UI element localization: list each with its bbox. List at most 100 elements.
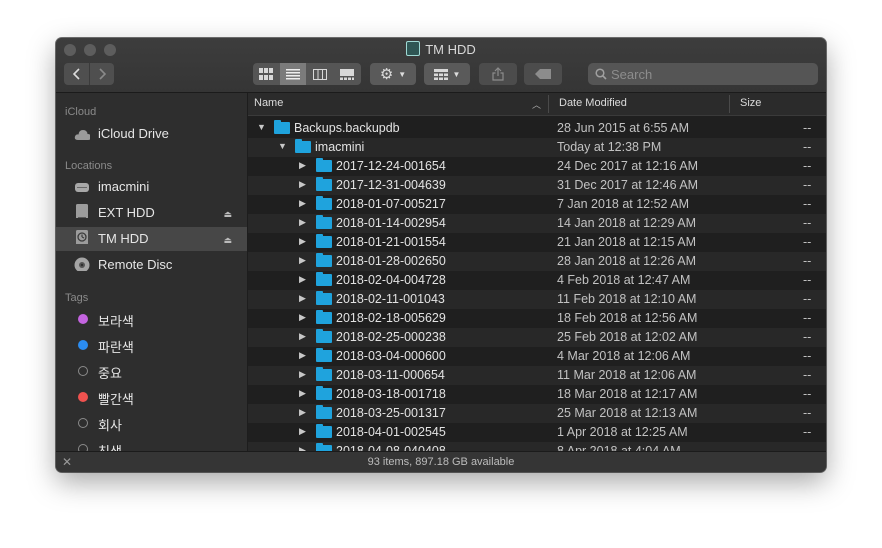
file-date-modified: 14 Jan 2018 at 12:29 AM (557, 216, 696, 230)
sidebar-item-label: TM HDD (98, 231, 149, 246)
file-size: -- (803, 406, 812, 420)
table-row[interactable]: ▶ 2018-03-11-000654 11 Mar 2018 at 12:06 A… (248, 366, 826, 385)
disclosure-collapsed-icon[interactable]: ▶ (299, 179, 306, 190)
sidebar-tag-partial[interactable]: 친색 (56, 437, 247, 451)
gallery-view-button[interactable] (334, 63, 360, 85)
sidebar-item-imacmini[interactable]: imacmini (56, 175, 247, 199)
list-view-button[interactable] (280, 63, 306, 85)
sidebar-item-label: iCloud Drive (98, 126, 169, 141)
tag-color-dot (78, 392, 88, 402)
table-row[interactable]: ▶ 2017-12-31-004639 31 Dec 2017 at 12:46 A… (248, 176, 826, 195)
disclosure-collapsed-icon[interactable]: ▶ (299, 255, 306, 266)
back-button[interactable] (64, 63, 90, 85)
folder-icon (316, 405, 332, 419)
chevron-right-icon (98, 68, 106, 80)
disclosure-expanded-icon[interactable]: ▼ (257, 122, 266, 132)
column-header-size[interactable]: Size (740, 97, 761, 109)
file-date-modified: 11 Mar 2018 at 12:06 AM (557, 368, 697, 382)
table-row[interactable]: ▶ 2018-03-04-000600 4 Mar 2018 at 12:06 AM… (248, 347, 826, 366)
column-header-date[interactable]: Date Modified (559, 97, 627, 109)
file-name: 2018-03-25-001317 (336, 406, 446, 420)
column-view-button[interactable] (307, 63, 333, 85)
sidebar-item-label: 빨간색 (98, 392, 134, 407)
sidebar-tag-work[interactable]: 회사 (56, 411, 247, 435)
disclosure-collapsed-icon[interactable]: ▶ (299, 274, 306, 285)
disclosure-expanded-icon[interactable]: ▼ (278, 141, 287, 151)
table-row[interactable]: ▶ 2018-02-04-004728 4 Feb 2018 at 12:47 AM… (248, 271, 826, 290)
disclosure-collapsed-icon[interactable]: ▶ (299, 407, 306, 418)
forward-button[interactable] (89, 63, 114, 85)
file-date-modified: 11 Feb 2018 at 12:10 AM (557, 292, 697, 306)
sidebar-tag-purple[interactable]: 보라색 (56, 307, 247, 331)
table-row[interactable]: ▶ 2018-02-18-005629 18 Feb 2018 at 12:56 A… (248, 309, 826, 328)
disclosure-collapsed-icon[interactable]: ▶ (299, 217, 306, 228)
table-row[interactable]: ▶ 2018-04-01-002545 1 Apr 2018 at 12:25 AM… (248, 423, 826, 442)
file-date-modified: 24 Dec 2017 at 12:16 AM (557, 159, 699, 173)
file-name: 2018-03-18-001718 (336, 387, 446, 401)
file-name: 2018-02-25-000238 (336, 330, 446, 344)
sidebar-tag-important[interactable]: 중요 (56, 359, 247, 383)
gear-icon: ⚙ (379, 66, 394, 83)
table-row[interactable]: ▶ 2018-04-08-040408 8 Apr 2018 at 4:04 AM -… (248, 442, 826, 451)
folder-icon (316, 253, 332, 267)
sidebar-item-icloud-drive[interactable]: iCloud Drive (56, 122, 247, 146)
disclosure-collapsed-icon[interactable]: ▶ (299, 293, 306, 304)
disclosure-collapsed-icon[interactable]: ▶ (299, 236, 306, 247)
search-field[interactable]: Search (588, 63, 818, 85)
action-menu-button[interactable]: ⚙ ▼ (370, 63, 416, 85)
sidebar-tag-blue[interactable]: 파란색 (56, 333, 247, 357)
table-row[interactable]: ▶ 2018-01-14-002954 14 Jan 2018 at 12:29 A… (248, 214, 826, 233)
column-divider[interactable] (548, 95, 549, 113)
file-size: -- (803, 387, 812, 401)
group-by-button[interactable]: ▼ (424, 63, 470, 85)
disclosure-collapsed-icon[interactable]: ▶ (299, 331, 306, 342)
column-divider[interactable] (729, 95, 730, 113)
folder-icon (316, 234, 332, 248)
file-name: 2018-01-28-002650 (336, 254, 446, 268)
share-button[interactable] (479, 63, 517, 85)
table-row[interactable]: ▶ 2018-02-11-001043 11 Feb 2018 at 12:10 A… (248, 290, 826, 309)
sidebar-item-remote-disc[interactable]: Remote Disc (56, 253, 247, 277)
eject-icon[interactable]: ⏏ (223, 209, 232, 220)
title-bar[interactable]: TM HDD ⚙ ▼ ▼ Search (56, 38, 826, 93)
table-row[interactable]: ▶ 2018-01-07-005217 7 Jan 2018 at 12:52 AM… (248, 195, 826, 214)
disclosure-collapsed-icon[interactable]: ▶ (299, 369, 306, 380)
tag-icon (535, 69, 551, 79)
file-date-modified: 18 Feb 2018 at 12:56 AM (557, 311, 698, 325)
table-row[interactable]: ▶ 2018-01-28-002650 28 Jan 2018 at 12:26 A… (248, 252, 826, 271)
sidebar-tag-red[interactable]: 빨간색 (56, 385, 247, 409)
time-machine-drive-icon (406, 41, 421, 56)
icon-view-button[interactable] (253, 63, 279, 85)
file-size: -- (803, 159, 812, 173)
edit-tags-button[interactable] (524, 63, 562, 85)
tag-color-dot (78, 314, 88, 324)
folder-icon (316, 272, 332, 286)
view-mode-group (253, 63, 361, 85)
sidebar-item-label: 파란색 (98, 340, 134, 355)
folder-icon (274, 120, 290, 134)
column-header-name[interactable]: Name (254, 97, 283, 109)
sidebar-item-ext-hdd[interactable]: EXT HDD ⏏ (56, 201, 247, 225)
table-row[interactable]: ▶ 2017-12-24-001654 24 Dec 2017 at 12:16 A… (248, 157, 826, 176)
sidebar-item-tm-hdd[interactable]: TM HDD ⏏ (56, 227, 247, 251)
disclosure-collapsed-icon[interactable]: ▶ (299, 198, 306, 209)
table-row[interactable]: ▶ 2018-01-21-001554 21 Jan 2018 at 12:15 A… (248, 233, 826, 252)
table-row[interactable]: ▶ 2018-03-25-001317 25 Mar 2018 at 12:13 A… (248, 404, 826, 423)
disclosure-collapsed-icon[interactable]: ▶ (299, 350, 306, 361)
file-size: -- (803, 235, 812, 249)
disclosure-collapsed-icon[interactable]: ▶ (299, 426, 306, 437)
status-text: 93 items, 897.18 GB available (367, 456, 515, 468)
sidebar-item-label: imacmini (98, 179, 150, 194)
sidebar-item-label: Remote Disc (98, 257, 173, 272)
file-size: -- (803, 216, 812, 230)
sidebar-section-icloud: iCloud (65, 106, 97, 118)
table-row[interactable]: ▼ imacmini Today at 12:38 PM -- (248, 138, 826, 157)
eject-icon[interactable]: ⏏ (223, 235, 232, 246)
disclosure-collapsed-icon[interactable]: ▶ (299, 388, 306, 399)
table-row[interactable]: ▼ Backups.backupdb 28 Jun 2015 at 6:55 AM -… (248, 119, 826, 138)
disclosure-collapsed-icon[interactable]: ▶ (299, 160, 306, 171)
table-row[interactable]: ▶ 2018-02-25-000238 25 Feb 2018 at 12:02 A… (248, 328, 826, 347)
table-row[interactable]: ▶ 2018-03-18-001718 18 Mar 2018 at 12:17 A… (248, 385, 826, 404)
sidebar-section-tags: Tags (65, 292, 89, 304)
disclosure-collapsed-icon[interactable]: ▶ (299, 312, 306, 323)
